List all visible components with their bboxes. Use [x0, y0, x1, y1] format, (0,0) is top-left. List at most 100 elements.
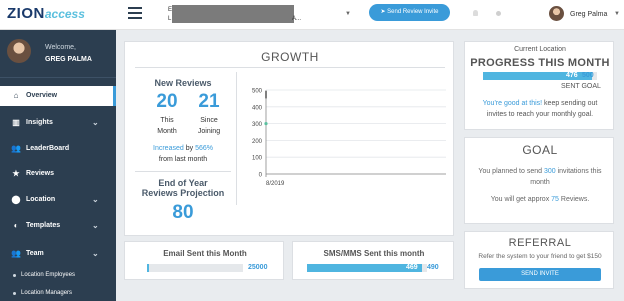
- sidebar-item-leaderboard[interactable]: 👥 LeaderBoard: [0, 139, 116, 159]
- bullet-icon: [13, 292, 16, 295]
- y-tick-label: 300: [252, 122, 263, 128]
- encourage-rest: keep sending out: [544, 100, 598, 107]
- sms-sent-max: 490: [427, 264, 439, 271]
- goal-line-3: You will get approx 75 Reviews.: [465, 196, 615, 203]
- goal-panel: GOAL You planned to send 300 invitations…: [464, 137, 614, 224]
- email-sent-value: 25000: [248, 264, 268, 271]
- referral-text: Refer the system to your friend to get $…: [478, 253, 602, 260]
- goal-reviews-value: 75: [551, 196, 559, 203]
- user-name[interactable]: Greg Palma: [570, 11, 607, 18]
- y-tick-label: 400: [252, 105, 263, 111]
- email-sent-title: Email Sent this Month: [163, 249, 247, 258]
- progress-title: PROGRESS THIS MONTH: [470, 57, 610, 69]
- encourage-highlight: You're good at this!: [482, 100, 543, 107]
- sms-progress-fill: [307, 264, 422, 272]
- encourage-text: You're good at this! keep sending out: [465, 100, 615, 107]
- palette-icon: ◐: [13, 221, 19, 230]
- increase-value: 566%: [195, 145, 213, 152]
- profile-name: GREG PALMA: [45, 56, 92, 63]
- progress-panel: Current Location PROGRESS THIS MONTH 476…: [464, 41, 614, 130]
- location-suffix: A...: [292, 16, 302, 22]
- progress-value: 476: [566, 72, 578, 79]
- sidebar: ZIONaccess Welcome, GREG PALMA ⌂ Overvie…: [0, 0, 116, 301]
- location-dropdown-caret-icon[interactable]: ▼: [345, 11, 351, 17]
- send-review-invite-button[interactable]: ➤ Send Review Invite: [369, 4, 450, 21]
- goal-title: GOAL: [522, 143, 558, 157]
- bar-chart-icon: ▥: [12, 118, 20, 127]
- sidebar-item-label: LeaderBoard: [26, 145, 70, 152]
- divider: [135, 67, 445, 68]
- goal-line-1-prefix: You planned to send: [478, 168, 542, 175]
- divider: [236, 72, 237, 205]
- sidebar-item-label: Templates: [26, 222, 61, 229]
- this-month-label: This: [160, 117, 174, 124]
- avatar[interactable]: [7, 39, 31, 63]
- email-progress-fill: [147, 264, 149, 272]
- sms-sent-value: 469: [406, 264, 418, 271]
- sidebar-item-team[interactable]: 👥 Team ⌄: [0, 244, 116, 264]
- menu-toggle-icon[interactable]: [128, 7, 142, 19]
- since-joining-label-2: Joining: [197, 128, 221, 135]
- progress-max: 500: [582, 72, 594, 79]
- sidebar-item-insights[interactable]: ▥ Insights ⌄: [0, 113, 116, 133]
- sms-sent-title: SMS/MMS Sent this month: [323, 249, 425, 258]
- sidebar-item-templates[interactable]: ◐ Templates ⌄: [0, 216, 116, 236]
- y-tick-label: 500: [252, 89, 263, 95]
- send-invite-button[interactable]: SEND INVITE: [479, 268, 601, 281]
- topbar: E L A... ▼ ➤ Send Review Invite Greg Pal…: [116, 0, 624, 30]
- sidebar-profile: Welcome, GREG PALMA: [0, 30, 116, 78]
- x-tick-label: 8/2019: [266, 181, 285, 187]
- increase-by: by: [185, 145, 194, 152]
- avatar[interactable]: [549, 6, 564, 21]
- bell-icon[interactable]: [473, 10, 478, 16]
- sidebar-item-label: Location: [26, 196, 56, 203]
- increase-suffix: from last month: [158, 156, 208, 163]
- since-joining-label: Since: [200, 117, 218, 124]
- sidebar-subitem-location-employees[interactable]: Location Employees: [13, 272, 76, 278]
- progress-track: [483, 72, 597, 80]
- this-month-value: 20: [156, 91, 178, 112]
- sent-goal-label: SENT GOAL: [561, 83, 601, 90]
- sidebar-item-location[interactable]: ⬤ Location ⌄: [0, 190, 116, 210]
- growth-panel: GROWTH New Reviews 20 21 This Month Sinc…: [124, 41, 454, 236]
- current-location-label: Current Location: [514, 46, 566, 53]
- email-sent-panel: Email Sent this Month 25000: [124, 241, 284, 280]
- brand-suffix: access: [44, 7, 85, 21]
- chevron-down-icon: ⌄: [92, 249, 99, 258]
- welcome-text: Welcome,: [45, 44, 76, 51]
- goal-line-3-prefix: You will get approx: [490, 196, 550, 203]
- email-progress-track: [147, 264, 243, 272]
- goal-line-1: You planned to send 300 invitations this: [465, 168, 615, 175]
- increase-prefix: Increased: [153, 145, 184, 152]
- sms-sent-panel: SMS/MMS Sent this month 469 490: [292, 241, 454, 280]
- growth-title: GROWTH: [261, 50, 319, 64]
- goal-planned-value: 300: [543, 168, 556, 175]
- status-dot-icon[interactable]: [496, 11, 501, 16]
- users-icon: 👥: [11, 144, 21, 153]
- star-icon: ★: [12, 169, 20, 178]
- chevron-down-icon: ⌄: [92, 195, 99, 204]
- sidebar-item-label: Reviews: [26, 170, 55, 177]
- location-line-2: L: [168, 16, 172, 22]
- sidebar-item-label: Overview: [26, 92, 58, 99]
- referral-panel: REFERRAL Refer the system to your friend…: [464, 231, 614, 289]
- user-dropdown-caret-icon[interactable]: ▼: [614, 11, 620, 17]
- sidebar-item-reviews[interactable]: ★ Reviews: [0, 164, 116, 184]
- increase-text: Increased by 566%: [135, 145, 231, 152]
- referral-title: REFERRAL: [508, 237, 572, 249]
- y-tick-label: 100: [252, 156, 263, 162]
- brand-logo[interactable]: ZIONaccess: [0, 0, 116, 30]
- y-tick-label: 0: [259, 173, 263, 179]
- sidebar-subitem-location-managers[interactable]: Location Managers: [13, 290, 73, 296]
- brand-name: ZION: [7, 5, 45, 22]
- sidebar-subitem-label: Location Managers: [21, 290, 73, 296]
- sidebar-subitem-label: Location Employees: [21, 272, 76, 278]
- chevron-down-icon: ⌄: [92, 221, 99, 230]
- sidebar-item-overview[interactable]: ⌂ Overview: [0, 86, 116, 106]
- y-tick-label: 200: [252, 139, 263, 145]
- bullet-icon: [13, 274, 16, 277]
- data-point: [264, 122, 268, 126]
- home-icon: ⌂: [13, 91, 19, 100]
- chevron-down-icon: ⌄: [92, 118, 99, 127]
- projection-label: End of Year: [158, 178, 208, 188]
